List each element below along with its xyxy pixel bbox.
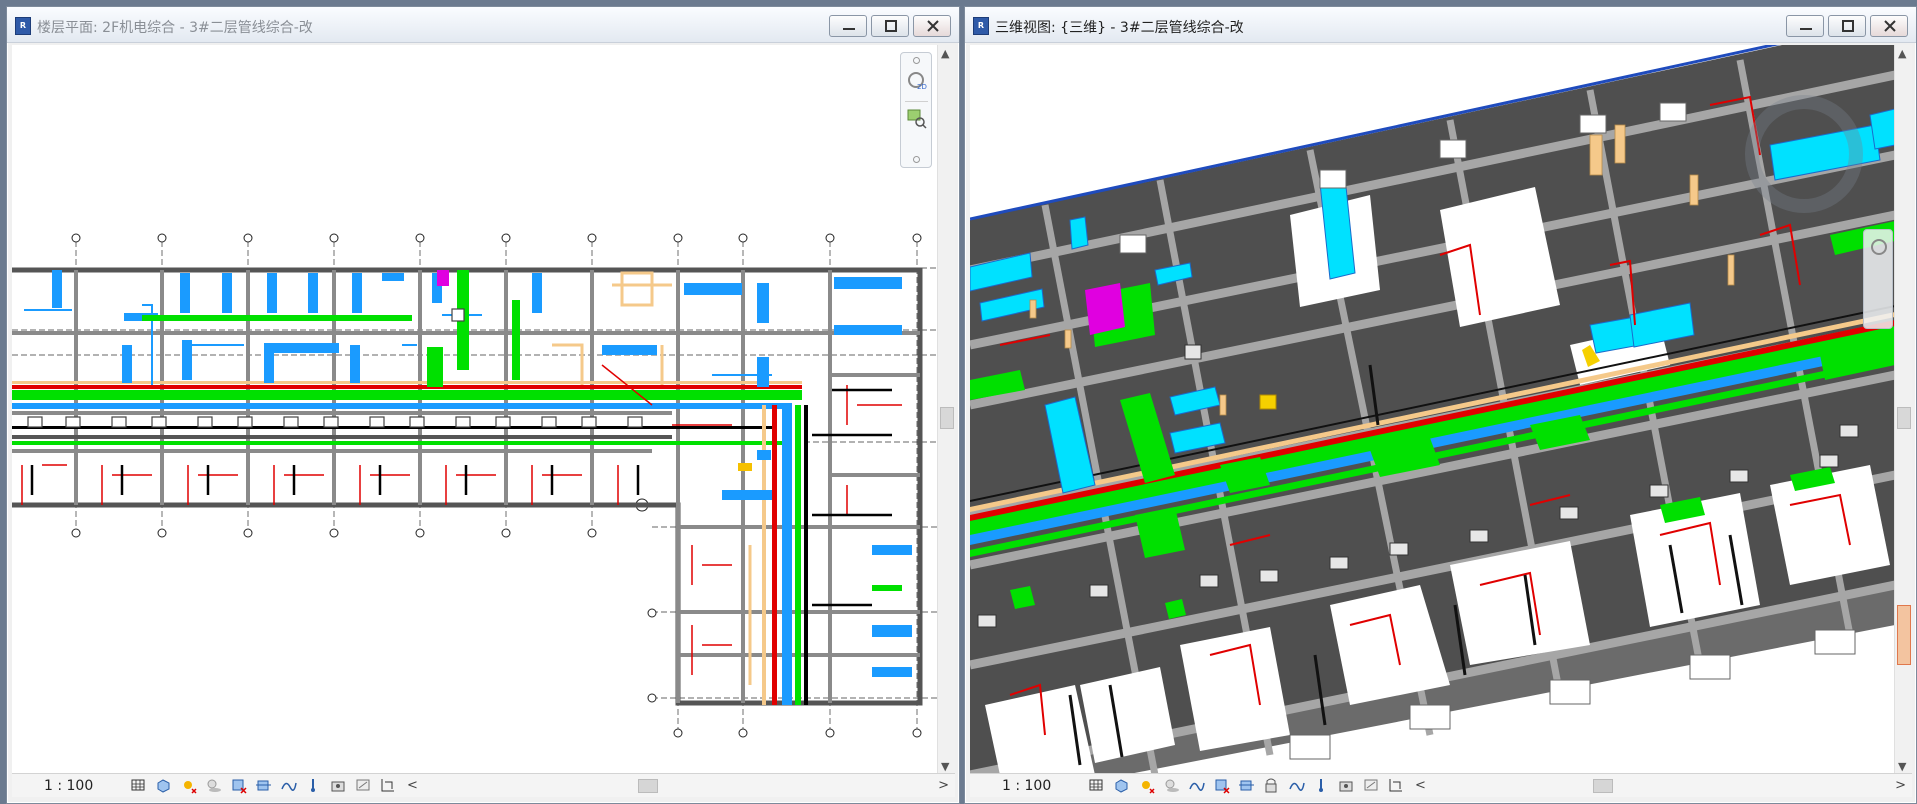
- vertical-scroll-thumb[interactable]: [940, 407, 954, 429]
- minimize-button[interactable]: [829, 15, 867, 37]
- revit-document-icon: R: [15, 17, 31, 35]
- visual-style-icon[interactable]: [1113, 777, 1130, 794]
- floor-plan-window: R 楼层平面: 2F机电综合 - 3#二层管线综合-改 2D ▲ ▼ 1: 1…: [6, 6, 960, 804]
- minimize-icon: [1800, 28, 1812, 30]
- 3d-view-vertical-scrollbar[interactable]: ▲ ▼: [1894, 45, 1912, 775]
- maximize-button[interactable]: [871, 15, 909, 37]
- floor-plan-vertical-scrollbar[interactable]: ▲ ▼: [937, 45, 955, 775]
- highlight-displacement-icon[interactable]: [1363, 777, 1380, 794]
- floor-plan-view-control-bar: 1 : 100 < >: [12, 773, 955, 797]
- minimize-button[interactable]: [1786, 15, 1824, 37]
- 3d-view-window: R 三维视图: {三维} - 3#二层管线综合-改 ▲ ▼ 1: 100 < …: [964, 6, 1917, 804]
- 2d-steering-wheel-icon[interactable]: 2D: [907, 71, 927, 91]
- floor-plan-titlebar[interactable]: R 楼层平面: 2F机电综合 - 3#二层管线综合-改: [7, 7, 959, 43]
- vertical-scroll-thumb[interactable]: [1897, 407, 1911, 429]
- close-button[interactable]: [913, 15, 951, 37]
- show-crop-icon[interactable]: [1238, 777, 1255, 794]
- render-icon[interactable]: [1188, 777, 1205, 794]
- nav-bar-close-icon[interactable]: [913, 57, 920, 64]
- navigation-bar: [1863, 229, 1893, 329]
- lock-3d-icon[interactable]: [330, 777, 347, 794]
- zoom-region-icon[interactable]: [907, 109, 927, 129]
- crop-view-icon[interactable]: [230, 777, 247, 794]
- floor-plan-drawing[interactable]: [12, 45, 937, 775]
- show-crop-icon[interactable]: [255, 777, 272, 794]
- floor-plan-canvas[interactable]: [12, 45, 937, 775]
- view-scale[interactable]: 1 : 100: [44, 778, 116, 794]
- detail-level-icon[interactable]: [1088, 777, 1105, 794]
- analytical-model-icon[interactable]: [1338, 777, 1355, 794]
- view-scale[interactable]: 1 : 100: [1002, 778, 1074, 794]
- steering-wheel-icon[interactable]: [1745, 95, 1863, 213]
- lock-3d-icon[interactable]: [1263, 777, 1280, 794]
- close-icon: [1884, 20, 1896, 32]
- floor-plan-horizontal-scrollbar[interactable]: < >: [407, 776, 949, 796]
- navigation-bar: 2D: [900, 52, 932, 168]
- reveal-hidden-icon[interactable]: [305, 777, 322, 794]
- visual-style-icon[interactable]: [155, 777, 172, 794]
- reveal-hidden-icon[interactable]: [1313, 777, 1330, 794]
- crop-view-icon[interactable]: [1213, 777, 1230, 794]
- worksharing-icon[interactable]: [1388, 777, 1405, 794]
- full-navigation-wheel-icon[interactable]: [1870, 238, 1888, 256]
- sun-path-icon[interactable]: [180, 777, 197, 794]
- temporary-hide-icon[interactable]: [280, 777, 297, 794]
- shadows-icon[interactable]: [1163, 777, 1180, 794]
- steering-wheel-scroll-indicator[interactable]: [1897, 605, 1911, 665]
- 3d-view-control-bar: 1 : 100 < >: [970, 773, 1912, 797]
- maximize-icon: [1842, 20, 1854, 32]
- detail-level-icon[interactable]: [130, 777, 147, 794]
- maximize-icon: [885, 20, 897, 32]
- revit-document-icon: R: [973, 17, 989, 35]
- shadows-icon[interactable]: [205, 777, 222, 794]
- 3d-view-title: 三维视图: {三维} - 3#二层管线综合-改: [995, 20, 1244, 36]
- close-icon: [927, 20, 939, 32]
- maximize-button[interactable]: [1828, 15, 1866, 37]
- floor-plan-title: 楼层平面: 2F机电综合 - 3#二层管线综合-改: [37, 20, 313, 36]
- 3d-view-titlebar[interactable]: R 三维视图: {三维} - 3#二层管线综合-改: [965, 7, 1916, 43]
- highlight-displacement-icon[interactable]: [380, 777, 397, 794]
- analytical-model-icon[interactable]: [355, 777, 372, 794]
- 3d-view-horizontal-scrollbar[interactable]: < >: [1415, 776, 1906, 796]
- svg-text:2D: 2D: [917, 83, 927, 91]
- horizontal-scroll-thumb[interactable]: [1593, 778, 1613, 793]
- close-button[interactable]: [1870, 15, 1908, 37]
- sun-path-icon[interactable]: [1138, 777, 1155, 794]
- temporary-hide-icon[interactable]: [1288, 777, 1305, 794]
- nav-bar-options-icon[interactable]: [913, 156, 920, 163]
- horizontal-scroll-thumb[interactable]: [638, 778, 658, 793]
- minimize-icon: [843, 28, 855, 30]
